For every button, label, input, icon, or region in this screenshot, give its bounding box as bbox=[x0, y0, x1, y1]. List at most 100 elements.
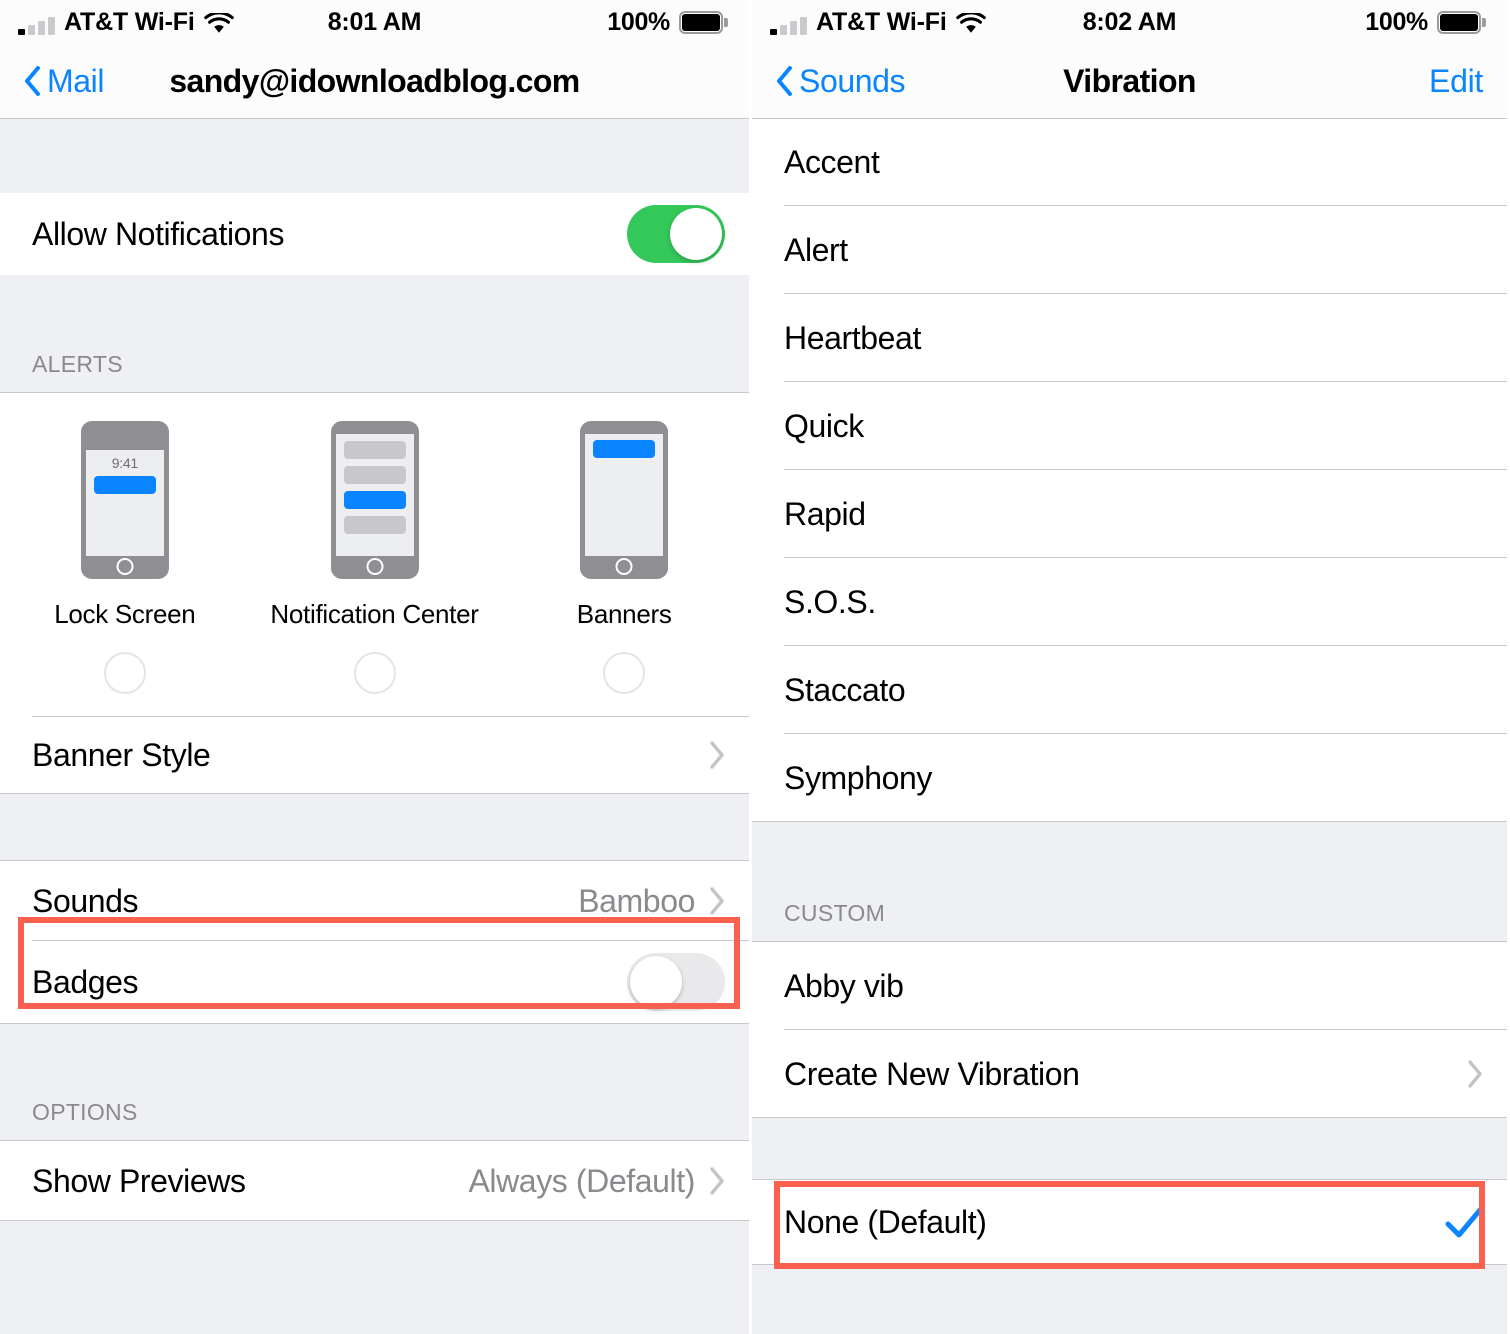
vibration-item-label: Heartbeat bbox=[784, 319, 921, 356]
badges-toggle[interactable] bbox=[627, 953, 725, 1011]
home-button-icon bbox=[615, 558, 633, 575]
list-item[interactable]: Alert bbox=[752, 206, 1507, 294]
battery-full-icon bbox=[1437, 10, 1486, 34]
row-allow-notifications[interactable]: Allow Notifications bbox=[0, 193, 749, 275]
back-button-mail[interactable]: Mail bbox=[24, 63, 104, 100]
left-phone-screen: AT&T Wi-Fi 8:01 AM 100% Mail sandy@idown… bbox=[0, 0, 752, 1334]
chevron-right-icon bbox=[710, 1167, 724, 1195]
nav-bar-right: Sounds Vibration Edit bbox=[752, 44, 1507, 119]
allow-notifications-label: Allow Notifications bbox=[32, 215, 285, 252]
custom-section-header: CUSTOM bbox=[752, 884, 1507, 942]
radio-banners[interactable] bbox=[603, 652, 646, 694]
chevron-right-icon bbox=[710, 887, 724, 915]
vibration-item-label: Rapid bbox=[784, 495, 866, 532]
row-badges[interactable]: Badges bbox=[0, 941, 749, 1023]
right-phone-screen: AT&T Wi-Fi 8:02 AM 100% Sounds Vibration… bbox=[752, 0, 1507, 1334]
status-bar-left-group: AT&T Wi-Fi bbox=[770, 7, 986, 36]
alerts-illustration-block: 9:41 Lock Screen Notification Center Ban… bbox=[0, 393, 749, 717]
list-item-none-default[interactable]: None (Default) bbox=[752, 1180, 1507, 1265]
status-bar-left: AT&T Wi-Fi 8:01 AM 100% bbox=[0, 0, 749, 44]
custom-vibration-label: Abby vib bbox=[784, 967, 904, 1004]
alert-option-banners[interactable]: Banners bbox=[499, 421, 749, 630]
page-title: sandy@idownloadblog.com bbox=[169, 62, 580, 99]
row-sounds[interactable]: Sounds Bamboo bbox=[0, 861, 749, 941]
banner-style-label: Banner Style bbox=[32, 736, 211, 773]
spacer-custom bbox=[752, 822, 1507, 884]
battery-percent-label: 100% bbox=[607, 7, 670, 36]
spacer-bottom bbox=[0, 1221, 749, 1281]
back-button-label: Mail bbox=[47, 62, 105, 99]
wifi-icon bbox=[955, 12, 986, 33]
lock-screen-time: 9:41 bbox=[111, 455, 138, 471]
home-button-icon bbox=[116, 558, 134, 575]
show-previews-value: Always (Default) bbox=[468, 1162, 695, 1199]
alert-option-label: Notification Center bbox=[270, 599, 479, 629]
chevron-right-icon bbox=[1468, 1060, 1482, 1088]
radio-notification-center[interactable] bbox=[353, 652, 396, 694]
list-item[interactable]: Staccato bbox=[752, 646, 1507, 734]
banner-notification-pill bbox=[593, 440, 656, 458]
allow-notifications-toggle[interactable] bbox=[627, 205, 725, 263]
spacer-bottom bbox=[752, 1265, 1507, 1334]
chevron-left-icon bbox=[777, 66, 792, 96]
cellular-bars-icon bbox=[770, 15, 807, 35]
list-item[interactable]: Accent bbox=[752, 119, 1507, 206]
battery-percent-label: 100% bbox=[1365, 7, 1428, 36]
phone-lock-screen-icon: 9:41 bbox=[80, 421, 169, 579]
edit-button[interactable]: Edit bbox=[1429, 63, 1483, 100]
row-show-previews[interactable]: Show Previews Always (Default) bbox=[0, 1141, 749, 1221]
carrier-label: AT&T Wi-Fi bbox=[816, 7, 947, 36]
alert-option-label: Banners bbox=[576, 599, 672, 629]
alert-selection-radios bbox=[0, 652, 749, 716]
chevron-left-icon bbox=[25, 66, 40, 96]
vibration-item-label: Alert bbox=[784, 231, 848, 268]
options-section-header: OPTIONS bbox=[0, 1085, 749, 1141]
alert-option-notification-center[interactable]: Notification Center bbox=[250, 421, 500, 630]
list-item-create-new-vibration[interactable]: Create New Vibration bbox=[752, 1030, 1507, 1118]
phone-notification-center-icon bbox=[330, 421, 419, 579]
spacer-alerts bbox=[0, 275, 749, 337]
status-bar-right: AT&T Wi-Fi 8:02 AM 100% bbox=[752, 0, 1507, 44]
vibration-item-label: Quick bbox=[784, 407, 864, 444]
status-bar-right-group: 100% bbox=[607, 7, 728, 37]
checkmark-icon bbox=[1445, 1207, 1483, 1237]
alert-option-label: Lock Screen bbox=[54, 599, 196, 629]
alert-option-lock-screen[interactable]: 9:41 Lock Screen bbox=[0, 421, 250, 630]
spacer-top bbox=[0, 119, 749, 193]
carrier-label: AT&T Wi-Fi bbox=[64, 7, 195, 36]
chevron-right-icon bbox=[710, 741, 724, 769]
create-new-vibration-label: Create New Vibration bbox=[784, 1055, 1080, 1092]
row-banner-style[interactable]: Banner Style bbox=[0, 717, 749, 793]
none-default-label: None (Default) bbox=[784, 1204, 987, 1240]
status-bar-right-group: 100% bbox=[1365, 7, 1486, 37]
vibration-item-label: Symphony bbox=[784, 759, 932, 796]
nav-bar-left: Mail sandy@idownloadblog.com bbox=[0, 44, 749, 119]
spacer-default bbox=[752, 1118, 1507, 1180]
spacer-sounds bbox=[0, 793, 749, 861]
list-item[interactable]: Quick bbox=[752, 382, 1507, 470]
vibration-item-label: S.O.S. bbox=[784, 583, 876, 620]
back-button-label: Sounds bbox=[799, 62, 906, 99]
home-button-icon bbox=[366, 558, 383, 575]
cellular-bars-icon bbox=[18, 15, 55, 35]
badges-label: Badges bbox=[32, 963, 139, 1000]
status-bar-left-group: AT&T Wi-Fi bbox=[18, 7, 234, 36]
sounds-label: Sounds bbox=[32, 882, 139, 919]
list-item[interactable]: Rapid bbox=[752, 470, 1507, 558]
list-item[interactable]: S.O.S. bbox=[752, 558, 1507, 646]
sounds-value: Bamboo bbox=[578, 882, 695, 919]
lock-screen-notification-pill bbox=[93, 476, 156, 494]
alerts-options-row: 9:41 Lock Screen Notification Center Ban… bbox=[0, 421, 749, 630]
phone-banners-icon bbox=[580, 421, 669, 579]
back-button-sounds[interactable]: Sounds bbox=[776, 62, 906, 100]
spacer-options bbox=[0, 1023, 749, 1085]
battery-full-icon bbox=[679, 10, 728, 34]
vibration-item-label: Accent bbox=[784, 144, 880, 180]
dual-screenshot-container: AT&T Wi-Fi 8:01 AM 100% Mail sandy@idown… bbox=[0, 0, 1510, 1334]
list-item[interactable]: Symphony bbox=[752, 734, 1507, 822]
list-item[interactable]: Abby vib bbox=[752, 942, 1507, 1030]
wifi-icon bbox=[203, 12, 234, 33]
radio-lock-screen[interactable] bbox=[103, 652, 146, 694]
list-item[interactable]: Heartbeat bbox=[752, 294, 1507, 382]
alerts-section-header: ALERTS bbox=[0, 337, 749, 393]
